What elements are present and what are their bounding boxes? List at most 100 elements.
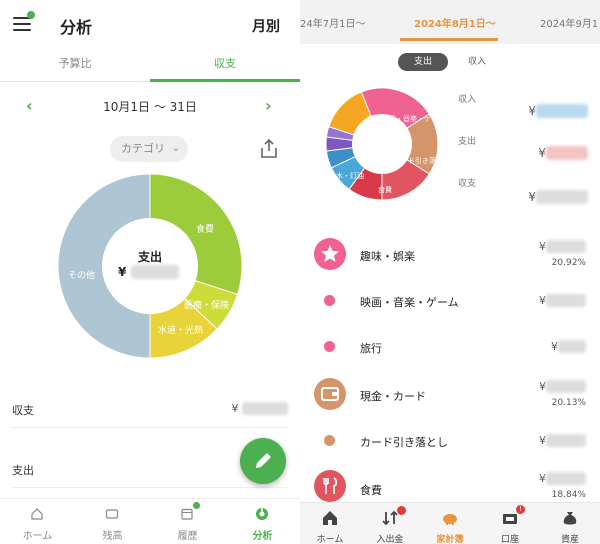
segment-label-utilities: 水道・光熱 <box>158 326 204 336</box>
category-amount: ¥0 <box>539 472 586 485</box>
tab-bar: 予算比 収支 <box>0 50 300 82</box>
money-bag-icon <box>563 512 577 525</box>
nav-balance[interactable]: 残高 <box>75 499 150 544</box>
household-budget-screen: 24年7月1日〜 2024年8月1日〜 2024年9月1 支出 収入 未分類 映… <box>300 0 600 544</box>
summary-label-balance: 収支 <box>458 179 477 189</box>
summary-value-income: ¥0 <box>528 104 588 118</box>
nav-history[interactable]: 履歴 <box>150 499 225 544</box>
summary-label-income: 収入 <box>458 95 477 105</box>
category-row-hobby[interactable]: 趣味・娯楽 ¥0 20.92% <box>300 232 600 278</box>
blurred-amount: 0 <box>130 265 179 279</box>
category-donut-chart: 未分類 映画・音楽・ゲ ド引き落 食費 水・灯油 <box>326 88 438 200</box>
row-label: 支出 <box>12 464 34 477</box>
menu-button[interactable] <box>13 11 35 33</box>
category-row-travel[interactable]: 旅行 ¥0 <box>300 326 600 372</box>
category-name: 現金・カード <box>360 390 426 403</box>
nav-transactions[interactable]: 入出金 <box>360 503 420 544</box>
bottom-navigation: ホーム 残高 履歴 分析 <box>0 498 300 544</box>
category-color-dot <box>324 295 335 306</box>
nav-label: 家計簿 <box>436 535 464 544</box>
page-title: 分析 <box>60 18 93 37</box>
nav-analysis[interactable]: 分析 <box>225 499 300 544</box>
notification-dot <box>27 11 35 19</box>
date-range-label: 10月1日 〜 31日 <box>103 100 197 114</box>
app-header: 分析 月別 <box>0 0 300 50</box>
add-entry-button[interactable] <box>240 438 286 484</box>
category-dropdown[interactable]: カテゴリ ⌄ <box>110 136 188 162</box>
category-percent: 18.84% <box>551 490 586 500</box>
category-name: 趣味・娯楽 <box>360 250 415 263</box>
nav-label: 資産 <box>560 535 579 544</box>
summary-value-expense: ¥0 <box>538 146 588 160</box>
category-row-card-debit[interactable]: カード引き落とし ¥0 <box>300 420 600 466</box>
nav-home[interactable]: ホーム <box>300 503 360 544</box>
month-current[interactable]: 2024年8月1日〜 <box>414 15 496 30</box>
category-name: 食費 <box>360 484 382 497</box>
nav-accounts[interactable]: ! 口座 <box>480 503 540 544</box>
donut-label-card-debit: ド引き落 <box>408 156 436 165</box>
category-dropdown-label: カテゴリ <box>121 142 165 155</box>
calendar-icon <box>181 508 193 520</box>
segment-label-medical: 医療・保険 <box>184 301 230 311</box>
fork-knife-icon <box>314 470 346 502</box>
nav-label: 残高 <box>102 531 123 542</box>
category-name: カード引き落とし <box>360 436 448 449</box>
active-month-indicator <box>400 38 498 41</box>
star-icon <box>314 238 346 270</box>
expense-income-toggle: 支出 収入 <box>398 53 502 71</box>
share-icon[interactable] <box>258 138 280 160</box>
next-month-chevron-icon[interactable]: › <box>265 96 272 115</box>
bottom-navigation: ホーム 入出金 家計簿 ! 口座 資産 <box>300 502 600 544</box>
donut-center-value: ¥ 0 <box>118 265 179 279</box>
donut-center-label: 支出 <box>137 250 162 264</box>
donut-label-food: 食費 <box>378 185 392 194</box>
currency-symbol: ¥ <box>118 265 127 279</box>
nav-label: ホーム <box>316 535 344 544</box>
alert-badge: ! <box>516 505 525 514</box>
nav-assets[interactable]: 資産 <box>540 503 600 544</box>
wallet-icon <box>105 509 119 519</box>
category-color-dot <box>324 435 335 446</box>
home-icon <box>31 508 43 520</box>
date-range-navigator: ‹ 10月1日 〜 31日 › <box>0 96 300 116</box>
month-prev[interactable]: 24年7月1日〜 <box>300 15 365 30</box>
category-amount: ¥0 <box>539 240 586 253</box>
category-amount: ¥0 <box>539 434 586 447</box>
toggle-income[interactable]: 収入 <box>452 53 502 71</box>
toggle-expense[interactable]: 支出 <box>398 53 448 71</box>
chevron-down-icon: ⌄ <box>171 143 180 154</box>
donut-label-movies-music-games: 映画・音楽・ゲ <box>382 114 431 123</box>
category-amount: ¥0 <box>551 340 586 353</box>
month-selector-bar: 24年7月1日〜 2024年8月1日〜 2024年9月1 <box>300 0 600 44</box>
category-percent: 20.13% <box>551 398 586 408</box>
summary-value-balance: ¥0 <box>528 190 588 204</box>
nav-home[interactable]: ホーム <box>0 499 75 544</box>
category-color-dot <box>324 341 335 352</box>
nav-household-budget[interactable]: 家計簿 <box>420 503 480 544</box>
pencil-icon <box>256 453 271 468</box>
tab-budget-comparison[interactable]: 予算比 <box>0 50 150 82</box>
tab-income-expense[interactable]: 収支 <box>150 50 300 82</box>
category-row-cash-card[interactable]: 現金・カード ¥0 20.13% <box>300 372 600 418</box>
analysis-screen: 分析 月別 予算比 収支 ‹ 10月1日 〜 31日 › カテゴリ ⌄ 食費 医… <box>0 0 300 544</box>
period-selector[interactable]: 月別 <box>252 16 280 36</box>
donut-label-water-kerosene: 水・灯油 <box>336 171 364 180</box>
nav-label: ホーム <box>22 531 53 542</box>
category-name: 映画・音楽・ゲーム <box>360 296 459 309</box>
category-row-movies-music-games[interactable]: 映画・音楽・ゲーム ¥0 <box>300 280 600 326</box>
category-percent: 20.92% <box>551 258 586 268</box>
row-label: 収支 <box>12 404 34 417</box>
analysis-icon <box>256 508 268 520</box>
category-amount: ¥0 <box>539 294 586 307</box>
piggy-bank-icon <box>443 514 457 525</box>
nav-label: 履歴 <box>177 531 198 542</box>
nav-label: 口座 <box>500 535 519 544</box>
nav-label: 分析 <box>252 531 273 542</box>
category-name: 旅行 <box>360 342 382 355</box>
segment-label-other: その他 <box>68 271 96 281</box>
month-next[interactable]: 2024年9月1 <box>540 15 598 30</box>
segment-label-food: 食費 <box>196 225 215 235</box>
notification-dot <box>193 502 200 509</box>
nav-label: 入出金 <box>376 535 404 544</box>
notification-dot <box>397 506 406 515</box>
